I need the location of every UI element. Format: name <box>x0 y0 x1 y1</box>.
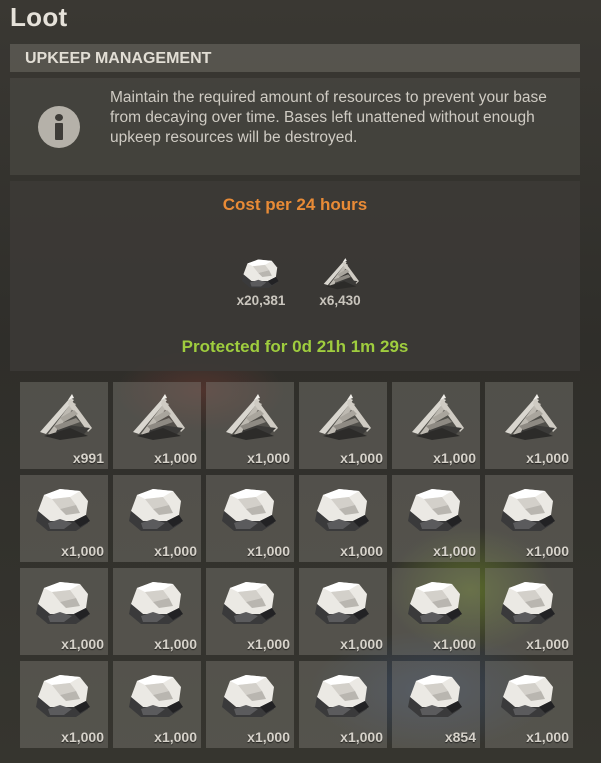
slot-quantity: x1,000 <box>61 543 104 559</box>
inventory-slot[interactable]: x1,000 <box>206 382 294 469</box>
inventory-slot[interactable]: x1,000 <box>113 382 201 469</box>
inventory-slot[interactable]: x1,000 <box>206 661 294 748</box>
inventory-slot[interactable]: x1,000 <box>485 661 573 748</box>
cost-qty: x6,430 <box>319 293 361 308</box>
slot-quantity: x1,000 <box>247 729 290 745</box>
slot-quantity: x1,000 <box>433 450 476 466</box>
inventory-slot[interactable]: x1,000 <box>113 475 201 562</box>
slot-quantity: x1,000 <box>526 543 569 559</box>
inventory-slot[interactable]: x1,000 <box>20 475 108 562</box>
slot-quantity: x1,000 <box>154 543 197 559</box>
cost-item-wood: x6,430 <box>305 253 375 313</box>
protected-timer: Protected for 0d 21h 1m 29s <box>181 337 409 356</box>
slot-quantity: x854 <box>444 729 476 745</box>
slot-quantity: x1,000 <box>154 636 197 652</box>
slot-quantity: x1,000 <box>154 729 197 745</box>
inventory-slot[interactable]: x1,000 <box>299 661 387 748</box>
inventory-slot[interactable]: x1,000 <box>392 475 480 562</box>
slot-quantity: x1,000 <box>526 729 569 745</box>
inventory-slot[interactable]: x1,000 <box>113 661 201 748</box>
inventory-slot[interactable]: x1,000 <box>485 382 573 469</box>
slot-quantity: x1,000 <box>247 636 290 652</box>
inventory-slot[interactable]: x1,000 <box>113 568 201 655</box>
slot-quantity: x1,000 <box>526 450 569 466</box>
upkeep-cost-panel: Cost per 24 hours x20,381 x6,430 Protect… <box>10 181 580 371</box>
cost-title: Cost per 24 hours <box>222 195 368 214</box>
slot-quantity: x991 <box>72 450 104 466</box>
slot-quantity: x1,000 <box>340 450 383 466</box>
inventory-slot[interactable]: x1,000 <box>20 661 108 748</box>
inventory-slot[interactable]: x991 <box>20 382 108 469</box>
inventory-slot[interactable]: x1,000 <box>485 475 573 562</box>
inventory-slot[interactable]: x1,000 <box>299 475 387 562</box>
inventory-slot[interactable]: x1,000 <box>392 568 480 655</box>
slot-quantity: x1,000 <box>247 450 290 466</box>
inventory-slot[interactable]: x1,000 <box>299 382 387 469</box>
upkeep-info-text: Maintain the required amount of resource… <box>110 89 547 146</box>
slot-quantity: x1,000 <box>340 543 383 559</box>
cost-item-stones: x20,381 <box>226 253 296 313</box>
slot-quantity: x1,000 <box>154 450 197 466</box>
slot-quantity: x1,000 <box>526 636 569 652</box>
slot-quantity: x1,000 <box>61 636 104 652</box>
inventory-slot[interactable]: x1,000 <box>485 568 573 655</box>
slot-quantity: x1,000 <box>433 543 476 559</box>
slot-quantity: x1,000 <box>247 543 290 559</box>
inventory-slot[interactable]: x1,000 <box>206 475 294 562</box>
inventory-slot[interactable]: x1,000 <box>206 568 294 655</box>
info-icon <box>38 106 80 148</box>
inventory-slot[interactable]: x1,000 <box>20 568 108 655</box>
inventory-slot[interactable]: x1,000 <box>392 382 480 469</box>
slot-quantity: x1,000 <box>340 636 383 652</box>
slot-quantity: x1,000 <box>433 636 476 652</box>
loot-title: Loot <box>10 2 68 32</box>
inventory-slot[interactable]: x854 <box>392 661 480 748</box>
cost-qty: x20,381 <box>236 293 286 308</box>
slot-quantity: x1,000 <box>340 729 383 745</box>
inventory-slot[interactable]: x1,000 <box>299 568 387 655</box>
slot-quantity: x1,000 <box>61 729 104 745</box>
upkeep-info-panel: Maintain the required amount of resource… <box>10 78 580 175</box>
upkeep-header: UPKEEP MANAGEMENT <box>10 44 580 72</box>
